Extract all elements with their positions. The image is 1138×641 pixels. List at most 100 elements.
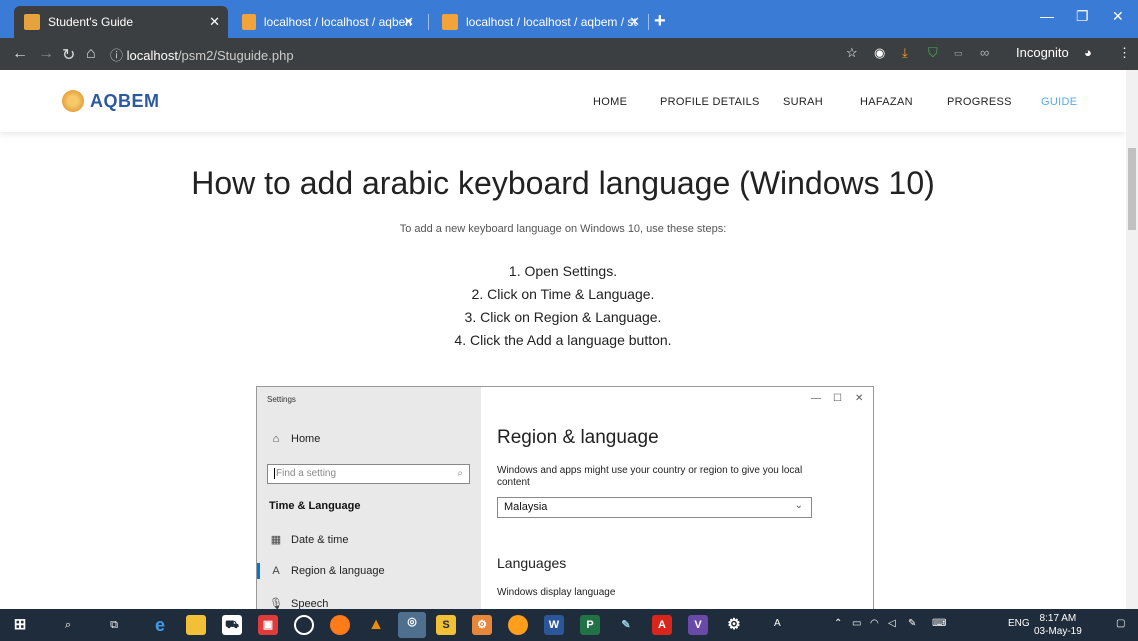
- step-item: 4. Click the Add a language button.: [454, 332, 672, 348]
- pen-icon[interactable]: ✎: [908, 618, 916, 629]
- browser-tab-bar: Student's Guide ✕ localhost / localhost …: [0, 0, 1138, 38]
- languages-heading: Languages: [497, 555, 567, 571]
- menu-progress[interactable]: PROGRESS: [947, 96, 1012, 108]
- minimize-icon: —: [811, 393, 821, 404]
- xampp-icon[interactable]: ⚙: [472, 615, 492, 635]
- browser-menu-icon[interactable]: ⋮: [1118, 45, 1131, 61]
- extension-icon[interactable]: ▭: [954, 48, 963, 59]
- chevron-up-icon[interactable]: ⌃: [834, 618, 842, 629]
- app-icon[interactable]: [508, 615, 528, 635]
- settings-search-input: Find a setting ⌕: [267, 464, 470, 484]
- phpmyadmin-icon: [242, 14, 256, 30]
- settings-content: — ☐ ✕ Region & language Windows and apps…: [481, 387, 873, 609]
- region-language-title: Region & language: [497, 427, 659, 448]
- paint-icon[interactable]: ✎: [616, 615, 636, 635]
- chevron-down-icon: ⌄: [794, 500, 803, 511]
- logo-flower-icon: [62, 90, 84, 112]
- sublime-text-icon[interactable]: S: [436, 615, 456, 635]
- home-icon[interactable]: ⌂: [86, 45, 96, 63]
- task-view-icon[interactable]: ⧉: [104, 615, 124, 635]
- clock-date: 03-May-19: [1034, 626, 1082, 637]
- close-window-icon[interactable]: ✕: [1112, 8, 1124, 25]
- nav-label: Region & language: [291, 565, 385, 577]
- info-icon: ⓘ: [110, 48, 127, 63]
- tab-students-guide[interactable]: Student's Guide ✕: [14, 6, 228, 38]
- language-icon: A: [272, 565, 280, 577]
- acrobat-icon[interactable]: A: [652, 615, 672, 635]
- nav-label: Speech: [291, 597, 329, 610]
- back-icon[interactable]: ←: [12, 45, 28, 63]
- new-tab-button[interactable]: +: [654, 10, 666, 33]
- minimize-icon[interactable]: —: [1040, 8, 1054, 24]
- project-icon[interactable]: P: [580, 615, 600, 635]
- page-viewport: AQBEM HOME PROFILE DETAILS SURAH HAFAZAN…: [0, 70, 1126, 609]
- display-language-label: Windows display language: [497, 587, 616, 598]
- close-tab-icon[interactable]: ✕: [403, 14, 414, 30]
- menu-surah[interactable]: SURAH: [783, 96, 823, 108]
- battery-icon[interactable]: ▭: [852, 618, 861, 629]
- vlc-icon[interactable]: ▲: [366, 615, 386, 635]
- shield-extension-icon[interactable]: ⛉: [928, 45, 938, 61]
- tab-phpmyadmin-2[interactable]: localhost / localhost / aqbem / st ✕: [432, 6, 648, 38]
- close-tab-icon[interactable]: ✕: [629, 14, 640, 30]
- browser-toolbar: ← → ↻ ⌂ ⓘ localhost/psm2/Stuguide.php ☆ …: [0, 38, 1138, 70]
- menu-guide[interactable]: GUIDE: [1041, 96, 1077, 108]
- word-icon[interactable]: W: [544, 615, 564, 635]
- windows-taskbar: ⊞ ⌕ ⧉ e ⛟ ▣ ▲ ◎ S ⚙ W P ✎ A V ⚙ A ⌃ ▭ ◠ …: [0, 609, 1138, 641]
- start-windows-icon[interactable]: ⊞: [10, 615, 30, 635]
- settings-nav-date-time: ▦ Date & time: [269, 533, 349, 547]
- tab-separator: [648, 14, 649, 30]
- nav-label: Date & time: [291, 533, 349, 546]
- close-tab-icon[interactable]: ✕: [209, 14, 220, 30]
- clock[interactable]: 8:17 AM 03-May-19: [1034, 612, 1082, 638]
- scrollbar-thumb[interactable]: [1128, 148, 1136, 230]
- chrome-active-icon[interactable]: ◎: [398, 612, 426, 638]
- language-bar-icon[interactable]: A: [774, 618, 781, 629]
- menu-home[interactable]: HOME: [593, 96, 627, 108]
- download-icon[interactable]: ⤓: [902, 45, 908, 61]
- search-placeholder: Find a setting: [274, 468, 337, 479]
- firefox-icon[interactable]: [330, 615, 350, 635]
- visual-studio-icon[interactable]: V: [688, 615, 708, 635]
- settings-home-item: ⌂ Home: [269, 433, 321, 445]
- wifi-icon[interactable]: ◠: [870, 618, 879, 629]
- search-icon[interactable]: ⌕: [58, 615, 78, 635]
- settings-screenshot-image: Settings ⌂ Home Find a setting ⌕ Time & …: [256, 386, 874, 609]
- country-value: Malaysia: [504, 501, 548, 513]
- keyboard-icon[interactable]: ⌨: [932, 618, 946, 629]
- volume-icon[interactable]: ◁: [888, 618, 896, 629]
- tab-label: localhost / localhost / aqbem / st: [263, 15, 412, 29]
- settings-gear-icon[interactable]: ⚙: [724, 615, 744, 635]
- forward-icon[interactable]: →: [38, 45, 54, 63]
- incognito-label: Incognito: [1016, 45, 1069, 60]
- country-select: Malaysia ⌄: [497, 497, 812, 518]
- menu-profile-details[interactable]: PROFILE DETAILS: [660, 96, 760, 108]
- selected-indicator: [257, 563, 260, 579]
- phpmyadmin-icon: [442, 14, 458, 30]
- infinity-extension-icon[interactable]: ∞: [980, 45, 989, 60]
- address-bar[interactable]: ⓘ localhost/psm2/Stuguide.php: [110, 45, 294, 64]
- groove-music-icon[interactable]: [294, 615, 314, 635]
- gift-app-icon[interactable]: ▣: [258, 615, 278, 635]
- tab-phpmyadmin-1[interactable]: localhost / localhost / aqbem / st ✕: [232, 6, 422, 38]
- restore-icon[interactable]: ❐: [1076, 8, 1089, 25]
- edge-browser-icon[interactable]: e: [150, 615, 170, 635]
- reload-icon[interactable]: ↻: [62, 45, 75, 65]
- settings-window-title: Settings: [267, 395, 296, 404]
- menu-hafazan[interactable]: HAFAZAN: [860, 96, 913, 108]
- logo-text: AQBEM: [90, 90, 160, 111]
- bookmark-star-icon[interactable]: ☆: [846, 45, 858, 61]
- clock-time: 8:17 AM: [1039, 613, 1077, 624]
- file-explorer-icon[interactable]: [186, 615, 206, 635]
- store-icon[interactable]: ⛟: [222, 615, 242, 635]
- settings-nav-region-language: A Region & language: [269, 565, 385, 577]
- input-language-indicator[interactable]: ENG: [1008, 618, 1030, 629]
- settings-home-label: Home: [291, 433, 321, 445]
- tab-separator: [428, 14, 429, 30]
- tab-label: Student's Guide: [48, 15, 134, 29]
- extension-fingerprint-icon[interactable]: ◉: [874, 45, 885, 61]
- steps-list: 1. Open Settings. 2. Click on Time & Lan…: [0, 260, 1126, 352]
- site-logo[interactable]: AQBEM: [62, 90, 160, 112]
- page-favicon-icon: [24, 14, 40, 30]
- action-center-icon[interactable]: ▢: [1116, 618, 1125, 629]
